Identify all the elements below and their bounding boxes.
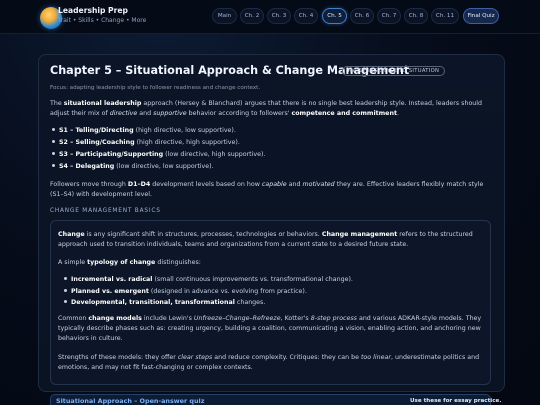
app-subtitle: Trait • Skills • Change • More [58, 17, 147, 24]
change-type-item: Developmental, transitional, transformat… [64, 299, 265, 306]
nav-ch7[interactable]: Ch. 7 [377, 8, 401, 24]
quiz-panel-hint: Use these for essay practice. [410, 398, 502, 404]
quiz-panel-title: Situational Approach – Open-answer quiz [56, 397, 205, 405]
models-strengths: Strengths of these models: they offer cl… [58, 354, 480, 371]
change-definition: Change is any significant shift in struc… [58, 231, 473, 248]
nav-ch4[interactable]: Ch. 4 [294, 8, 318, 24]
change-type-item: Planned vs. emergent (designed in advanc… [64, 288, 307, 295]
style-item-s4: S4 – Delegating (low directive, low supp… [52, 163, 214, 170]
app-title: Leadership Prep [58, 6, 128, 15]
change-models: Common change models include Lewin's Unf… [58, 315, 482, 342]
style-item-s2: S2 – Selling/Coaching (high directive, h… [52, 139, 240, 146]
typology-intro: A simple typology of change distinguishe… [58, 259, 201, 266]
nav-ch8[interactable]: Ch. 8 [404, 8, 428, 24]
nav-main[interactable]: Main [212, 8, 237, 24]
nav-final-quiz[interactable]: Final Quiz [463, 8, 499, 24]
chapter-focus: Focus: adapting leadership style to foll… [50, 85, 261, 91]
change-type-item: Incremental vs. radical (small continuou… [64, 276, 353, 283]
chapter-badge: MATCHING STYLE TO SITUATION [342, 66, 446, 76]
nav-ch6[interactable]: Ch. 6 [350, 8, 374, 24]
situational-intro: The situational leadership approach (Her… [50, 100, 483, 117]
style-item-s1: S1 – Telling/Directing (high directive, … [52, 127, 236, 134]
development-levels: Followers move through D1–D4 development… [50, 181, 484, 198]
nav-ch3[interactable]: Ch. 3 [267, 8, 291, 24]
section-heading-change: CHANGE MANAGEMENT BASICS [50, 208, 161, 214]
nav-ch5[interactable]: Ch. 5 [322, 8, 347, 24]
nav-ch2[interactable]: Ch. 2 [240, 8, 264, 24]
nav-ch11[interactable]: Ch. 11 [431, 8, 459, 24]
style-item-s3: S3 – Participating/Supporting (low direc… [52, 151, 265, 158]
